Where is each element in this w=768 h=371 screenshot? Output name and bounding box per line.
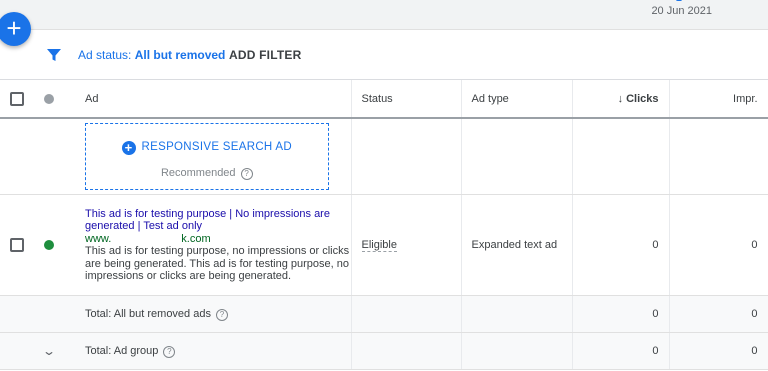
row-checkbox[interactable] bbox=[10, 238, 24, 252]
url-start: www. bbox=[85, 232, 112, 245]
eligible-status-dot-icon bbox=[44, 240, 54, 251]
column-header-ad[interactable]: Ad bbox=[75, 80, 352, 119]
date-label: 20 Jun 2021 bbox=[651, 5, 712, 17]
column-header-status[interactable]: Status bbox=[351, 80, 462, 119]
column-header-clicks[interactable]: ↓ Clicks bbox=[572, 80, 670, 119]
ad-status-filter-chip[interactable]: Ad status: All but removed bbox=[78, 48, 225, 62]
status-value[interactable]: Eligible bbox=[361, 239, 397, 252]
total-row: ⌄ Total: Ad group? 0 0 bbox=[0, 332, 768, 370]
column-header-impr[interactable]: Impr. bbox=[669, 80, 768, 119]
total-label-cell: Total: Ad group? bbox=[75, 332, 352, 370]
add-filter-button[interactable]: ADD FILTER bbox=[229, 48, 301, 62]
total-impr-cell: 0 bbox=[669, 332, 768, 370]
ad-description: This ad is for testing purpose, no impre… bbox=[85, 245, 350, 282]
status-dot-icon bbox=[44, 93, 54, 104]
help-icon[interactable]: ? bbox=[163, 345, 176, 358]
chevron-down-icon[interactable]: ⌄ bbox=[42, 344, 56, 358]
status-dot-header bbox=[34, 80, 75, 119]
table-header-row: Ad Status Ad type ↓ Clicks Impr. bbox=[0, 80, 768, 119]
clicks-header-label: Clicks bbox=[626, 92, 659, 105]
total-label: Total: Ad group bbox=[85, 344, 159, 357]
filter-prefix: Ad status: bbox=[78, 48, 135, 62]
rsa-cell: + RESPONSIVE SEARCH AD Recommended? bbox=[75, 118, 352, 195]
column-header-ad-type[interactable]: Ad type bbox=[461, 80, 573, 119]
ad-type-cell: Expanded text ad bbox=[461, 194, 573, 296]
add-circle-icon: + bbox=[121, 141, 136, 155]
table-row: This ad is for testing purpose | No impr… bbox=[0, 194, 768, 296]
total-row: Total: All but removed ads? 0 0 bbox=[0, 295, 768, 333]
total-label-cell: Total: All but removed ads? bbox=[75, 295, 352, 333]
responsive-search-ad-button[interactable]: + RESPONSIVE SEARCH AD bbox=[86, 141, 328, 155]
filter-bar: Ad status: All but removed ADD FILTER bbox=[0, 30, 768, 80]
rsa-label: RESPONSIVE SEARCH AD bbox=[141, 141, 292, 153]
ad-preview-cell[interactable]: This ad is for testing purpose | No impr… bbox=[75, 194, 352, 296]
filter-value: All but removed bbox=[134, 48, 226, 62]
ads-table: Ad Status Ad type ↓ Clicks Impr. + RESPONS… bbox=[0, 80, 768, 370]
responsive-search-ad-placeholder[interactable]: + RESPONSIVE SEARCH AD Recommended? bbox=[85, 123, 329, 190]
total-clicks-cell: 0 bbox=[572, 332, 670, 370]
help-icon[interactable]: ? bbox=[240, 168, 253, 180]
url-end: k.com bbox=[181, 232, 211, 245]
total-label: Total: All but removed ads bbox=[85, 307, 211, 320]
recommended-note: Recommended? bbox=[86, 167, 328, 180]
ad-headline[interactable]: This ad is for testing purpose | No impr… bbox=[85, 208, 351, 233]
select-all-checkbox[interactable] bbox=[10, 91, 24, 106]
help-icon[interactable]: ? bbox=[215, 308, 228, 321]
total-clicks-cell: 0 bbox=[572, 295, 670, 333]
table-row: + RESPONSIVE SEARCH AD Recommended? bbox=[0, 118, 768, 195]
clicks-cell: 0 bbox=[572, 194, 670, 296]
sort-down-arrow-icon: ↓ bbox=[617, 92, 624, 105]
ad-display-url: www. k.com bbox=[85, 233, 351, 246]
filter-icon[interactable] bbox=[46, 47, 62, 63]
status-cell: Eligible bbox=[351, 194, 462, 296]
top-date-bar: 20 Jun 2021 bbox=[0, 0, 768, 30]
recommended-label: Recommended bbox=[160, 167, 236, 179]
date-range-marker bbox=[676, 0, 682, 1]
total-impr-cell: 0 bbox=[669, 295, 768, 333]
impr-cell: 0 bbox=[669, 194, 768, 296]
select-all-cell bbox=[0, 80, 34, 119]
